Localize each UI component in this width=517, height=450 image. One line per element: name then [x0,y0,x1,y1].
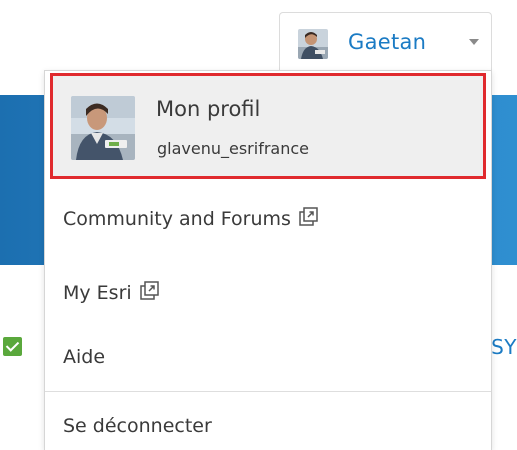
background-partial-text: SY [491,335,517,359]
logout-link[interactable]: Se déconnecter [45,415,491,437]
community-forums-link[interactable]: Community and Forums [45,207,491,232]
profile-username: glavenu_esrifrance [157,139,309,158]
my-profile-item[interactable]: Mon profil glavenu_esrifrance [50,73,486,179]
profile-avatar-icon [71,96,135,160]
checkbox-checked-icon[interactable] [3,337,22,356]
external-link-icon [299,207,319,232]
user-menu-button[interactable]: Gaetan [279,12,492,72]
my-esri-link[interactable]: My Esri [45,281,491,306]
user-name: Gaetan [348,30,427,54]
user-dropdown-menu: Mon profil glavenu_esrifrance Community … [44,70,492,450]
page: SY Gaetan Mon profil glavenu_esrifrance … [0,0,517,450]
menu-divider [45,391,491,392]
community-forums-label: Community and Forums [63,208,291,230]
my-profile-label: Mon profil [156,97,261,121]
my-esri-label: My Esri [63,282,132,304]
logout-label: Se déconnecter [63,415,212,437]
help-label: Aide [63,346,106,368]
help-link[interactable]: Aide [45,346,491,368]
external-link-icon [139,281,160,306]
caret-down-icon [469,39,479,45]
user-avatar-icon [298,29,328,59]
